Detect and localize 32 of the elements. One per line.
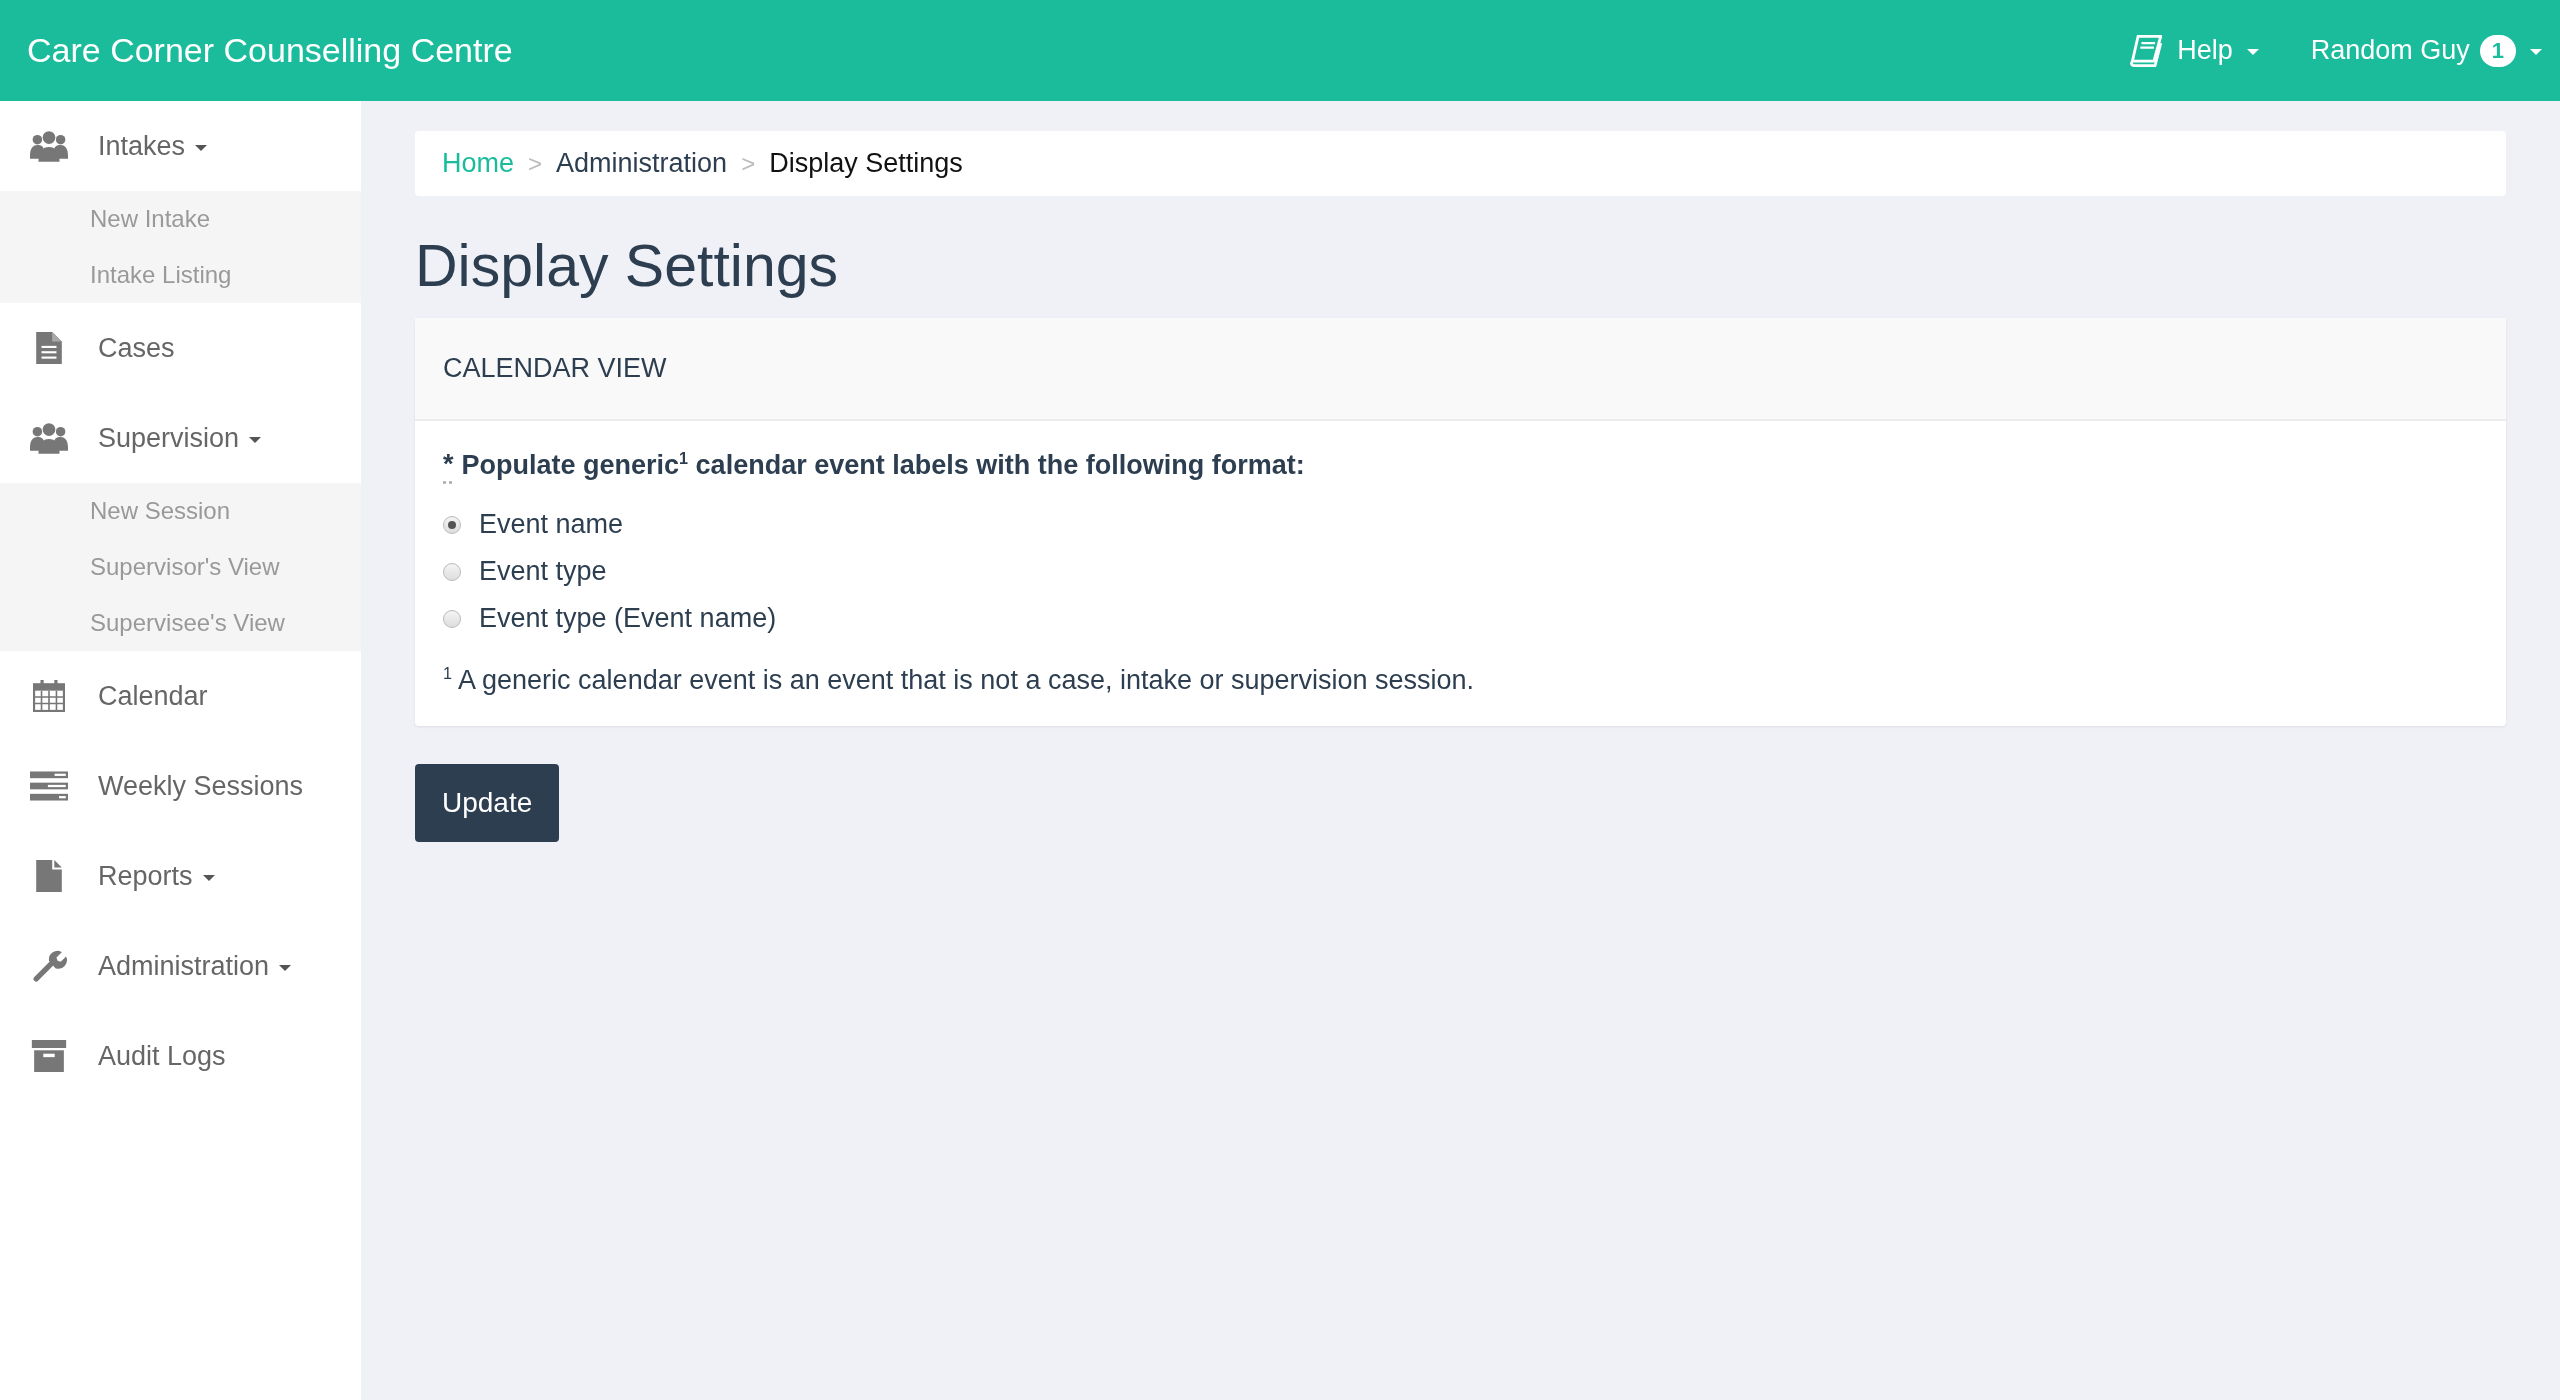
question-label: Populate generic$^{1}$ calendar event labels with the following format: (461, 449, 1305, 481)
sidebar-item[interactable]: Cases (0, 303, 361, 393)
users-icon (30, 422, 68, 454)
breadcrumb-separator: > (528, 149, 543, 178)
radio-button[interactable] (443, 515, 461, 534)
sidebar-item[interactable]: Audit Logs (0, 1011, 361, 1101)
list-icon (30, 770, 68, 802)
radio-option[interactable]: Event type (Event name) (443, 595, 2478, 642)
footnote-text: $^{1}$ A generic calendar event is an event that is not a case, intake or supervision session. (443, 664, 1476, 696)
sidebar-item[interactable]: Weekly Sessions (0, 741, 361, 831)
sidebar-item[interactable]: Calendar (0, 651, 361, 741)
panel-heading: CALENDAR VIEW (443, 353, 667, 384)
breadcrumb-separator: > (741, 149, 756, 178)
radio-button[interactable] (443, 562, 461, 581)
radio-button[interactable] (443, 609, 461, 628)
notification-badge: 1 (2479, 34, 2516, 67)
users-icon (30, 130, 68, 162)
wrench-icon (30, 950, 68, 982)
calendar-icon (30, 680, 68, 712)
book-icon (2129, 34, 2164, 67)
required-mark: * (443, 449, 454, 481)
radio-option[interactable]: Event name (443, 501, 2478, 548)
sidebar-item[interactable]: Supervision (0, 393, 361, 483)
update-button[interactable]: Update (415, 764, 560, 842)
sidebar-item[interactable]: Reports (0, 831, 361, 921)
page-title: Display Settings (415, 232, 840, 300)
breadcrumb-item: Administration (556, 148, 728, 179)
sidebar-item[interactable]: Intakes (0, 101, 361, 191)
radio-option[interactable]: Event type (443, 548, 2478, 595)
sidebar-item[interactable]: Administration (0, 921, 361, 1011)
archive-box-icon (30, 1040, 68, 1072)
breadcrumb-item: Display Settings (769, 148, 963, 179)
